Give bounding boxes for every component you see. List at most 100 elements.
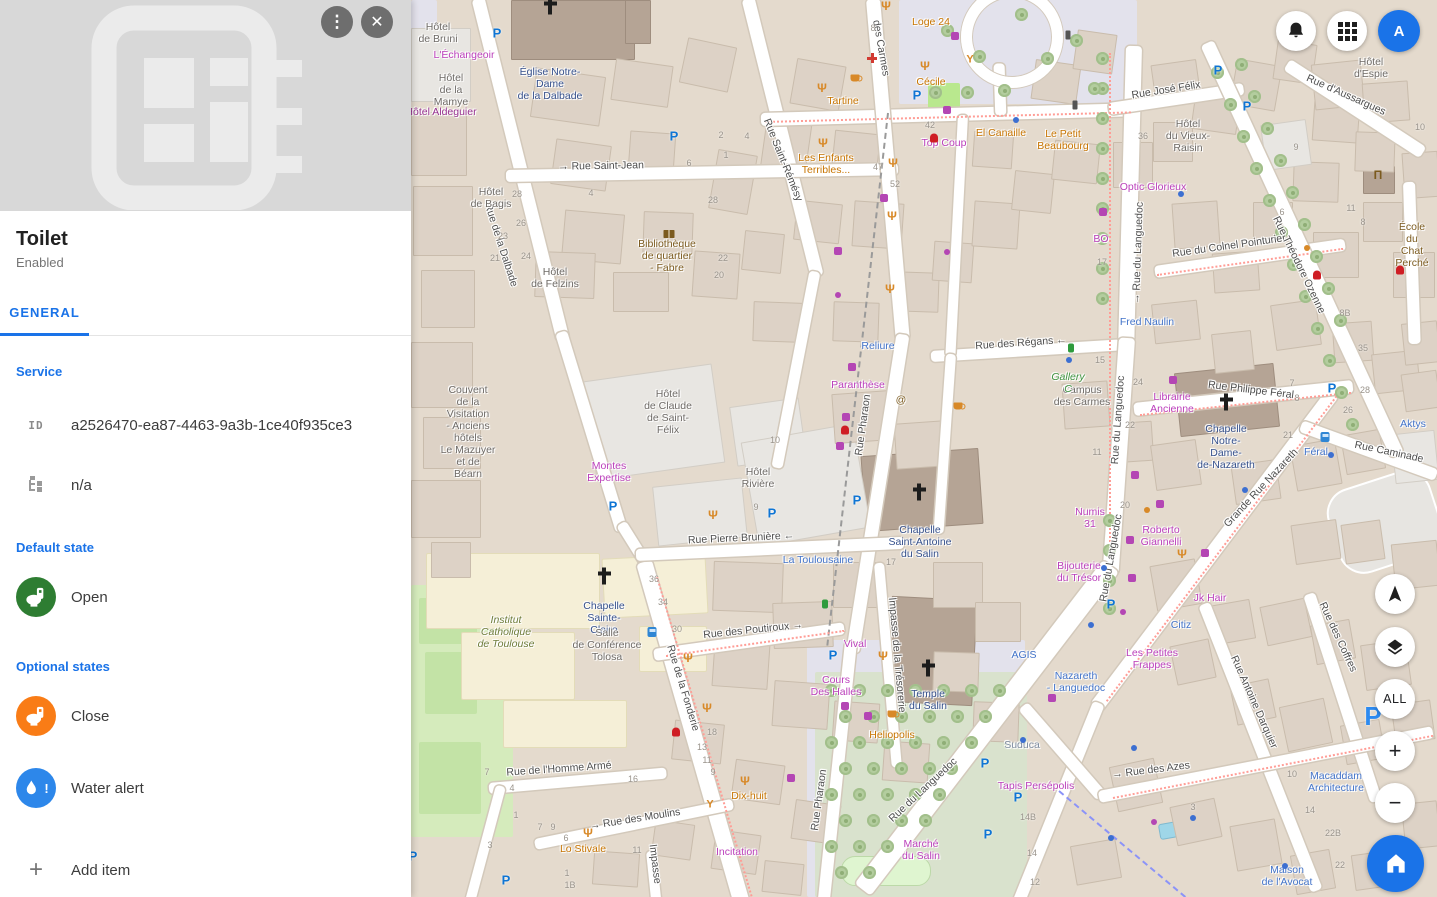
service-group-row: n/a	[0, 476, 411, 494]
house-number: 4	[588, 188, 593, 198]
add-item-row[interactable]: + Add item	[0, 856, 411, 884]
house-number: 21	[490, 253, 500, 263]
close-panel-button[interactable]: ✕	[361, 6, 393, 38]
panel-tabs: GENERAL	[0, 290, 411, 336]
poi-label: El Canaille	[976, 127, 1026, 139]
tree-icon	[1274, 154, 1287, 167]
tree-icon	[839, 814, 852, 827]
poi-label: Hôtel Rivière	[742, 466, 775, 490]
parking-icon: P	[1328, 382, 1337, 395]
house-number: 9	[710, 767, 715, 777]
kebab-menu-button[interactable]: ⋮	[321, 6, 353, 38]
tree-icon	[825, 840, 838, 853]
map-area-park2	[419, 742, 481, 814]
poi-dot-blue	[1066, 357, 1072, 363]
home-button[interactable]	[1367, 835, 1424, 892]
building	[413, 186, 473, 256]
zoom-in-button[interactable]: +	[1375, 731, 1415, 771]
building	[1401, 370, 1437, 413]
house-number: 11	[1092, 447, 1101, 457]
parking-icon: P	[609, 500, 618, 513]
tree-icon	[965, 684, 978, 697]
poi-label: Loge 24	[912, 16, 950, 28]
house-number: 14	[1305, 805, 1315, 815]
state-row-open[interactable]: Open	[0, 577, 411, 617]
poi-label: Heliopolis	[869, 729, 915, 741]
house-number: 8B	[1339, 308, 1350, 318]
compass-button[interactable]	[1375, 574, 1415, 614]
tree-icon	[1096, 112, 1109, 125]
house-number: 18	[707, 727, 717, 737]
poi-dot-blue	[1108, 835, 1114, 841]
poi-dot-orange	[1144, 507, 1150, 513]
tree-icon	[979, 710, 992, 723]
state-row-water-alert[interactable]: ! Water alert	[0, 768, 411, 808]
shop-icon	[951, 32, 959, 40]
poi-label: Lo Stivale	[560, 843, 606, 855]
apps-grid-button[interactable]	[1327, 11, 1367, 51]
house-number: 24	[521, 251, 531, 261]
house-number: 30	[672, 624, 682, 634]
tree-icon	[1298, 218, 1311, 231]
tree-icon	[839, 762, 852, 775]
tree-icon	[965, 736, 978, 749]
poi-label: Paranthèse	[831, 379, 885, 391]
device-status: Enabled	[16, 255, 395, 270]
building	[832, 301, 879, 343]
house-number: 28	[512, 189, 522, 199]
all-filter-button[interactable]: ALL	[1375, 679, 1415, 719]
building	[708, 149, 758, 215]
state-water-alert-label: Water alert	[71, 780, 144, 797]
house-number: 6	[563, 833, 568, 843]
map-canvas[interactable]: Rue de la DalbadeRue Saint-Rémésy→ Rue S…	[411, 0, 1437, 897]
plus-icon: +	[16, 856, 56, 884]
house-number: 28	[1360, 385, 1370, 395]
building	[411, 480, 481, 538]
dentist-icon	[672, 728, 680, 737]
house-number: 10	[1287, 769, 1297, 779]
house-number: 6	[686, 158, 691, 168]
tree-icon	[1235, 58, 1248, 71]
tab-general[interactable]: GENERAL	[0, 290, 89, 335]
account-avatar[interactable]: A	[1378, 10, 1420, 52]
street-label: → Rue du Languedoc	[1130, 202, 1146, 305]
building	[1292, 161, 1339, 203]
navigation-arrow-icon	[1385, 584, 1405, 604]
museum-icon: Π	[1374, 169, 1383, 181]
zoom-out-button[interactable]: −	[1375, 783, 1415, 823]
bus-stop-icon	[648, 627, 657, 637]
building	[1340, 519, 1385, 564]
house-number: 22	[718, 253, 728, 263]
notifications-button[interactable]	[1276, 11, 1316, 51]
house-number: 1	[723, 150, 728, 160]
parking-icon: P	[1107, 598, 1116, 611]
tree-icon	[1015, 8, 1028, 21]
poi-label: Hôtel Aldeguier	[411, 106, 477, 118]
tree-icon	[1323, 354, 1336, 367]
house-number: 42	[925, 120, 935, 130]
shop-icon	[1131, 471, 1139, 479]
restaurant-icon: Ψ	[887, 210, 897, 222]
church-cross-icon	[917, 484, 921, 501]
tree-icon	[1311, 322, 1324, 335]
poi-label: La Toulousaine	[783, 554, 853, 566]
house-number: 9	[753, 502, 758, 512]
state-row-close[interactable]: Close	[0, 696, 411, 736]
tree-icon	[881, 840, 894, 853]
poi-label: Hôtel de la Mamye	[434, 72, 468, 108]
poi-label: Incitation	[716, 846, 758, 858]
house-number: 22B	[1325, 828, 1341, 838]
layers-button[interactable]	[1375, 627, 1415, 667]
parking-icon: P	[984, 828, 993, 841]
tree-icon	[1096, 52, 1109, 65]
section-service: Service	[0, 364, 411, 379]
shop-icon	[880, 194, 888, 202]
add-item-label: Add item	[71, 862, 130, 879]
state-open-label: Open	[71, 589, 108, 606]
building	[1290, 519, 1341, 565]
shop-icon	[1156, 500, 1164, 508]
shop-icon	[1128, 574, 1136, 582]
poi-label: Bijouterie du Trésor	[1057, 560, 1101, 584]
poi-label: Tartine	[827, 95, 859, 107]
state-close-label: Close	[71, 708, 109, 725]
